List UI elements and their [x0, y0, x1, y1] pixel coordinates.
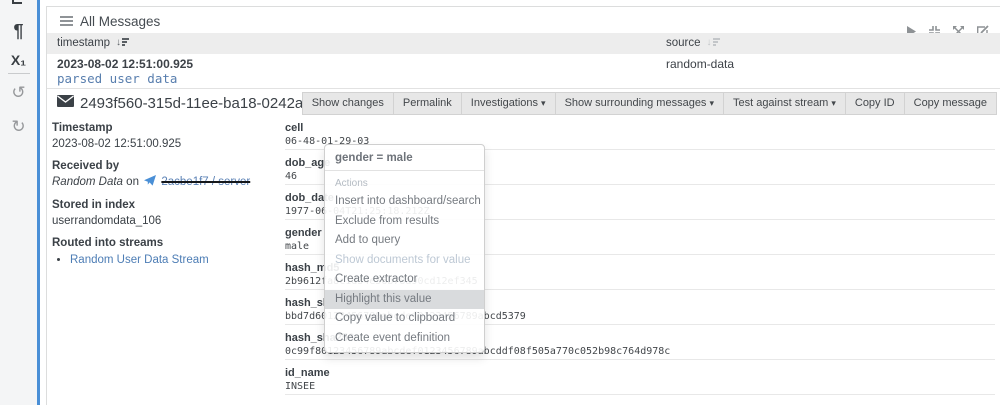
- field-actions-context-menu: gender = male Actions Insert into dashbo…: [324, 144, 485, 353]
- editor-toolbar: ¶ X₁ ↺ ↻: [0, 0, 37, 405]
- undo-icon[interactable]: ↺: [0, 83, 37, 103]
- row-timestamp[interactable]: 2023-08-02 12:51:00.925: [57, 57, 193, 71]
- menu-item-copy-value-to-clipboard[interactable]: Copy value to clipboard: [325, 309, 484, 329]
- investigations-dropdown[interactable]: Investigations▾: [461, 92, 556, 115]
- widget-header: All Messages: [60, 11, 160, 31]
- stream-link[interactable]: Random User Data Stream: [70, 254, 209, 266]
- column-header-source[interactable]: source ↓: [666, 37, 720, 49]
- drag-handle-icon[interactable]: [60, 14, 73, 28]
- message-table-header: timestamp ↓ source ↓: [47, 33, 1000, 54]
- meta-stored-index-value: userrandomdata_106: [52, 214, 280, 228]
- sort-inactive-icon[interactable]: ↓: [707, 38, 720, 48]
- menu-item-highlight-this-value[interactable]: Highlight this value: [325, 290, 484, 310]
- show-changes-button[interactable]: Show changes: [302, 92, 394, 115]
- clipped-toolbar-icon[interactable]: [12, 0, 22, 4]
- redo-icon[interactable]: ↻: [0, 117, 37, 137]
- field-name[interactable]: cell: [285, 121, 995, 135]
- row-source[interactable]: random-data: [666, 57, 734, 71]
- field-row-id-name[interactable]: id_name INSEE: [285, 360, 995, 395]
- show-surrounding-messages-dropdown[interactable]: Show surrounding messages▾: [555, 92, 724, 115]
- context-menu-header: gender = male: [325, 145, 484, 171]
- meta-timestamp-label: Timestamp: [52, 121, 280, 135]
- test-against-stream-dropdown[interactable]: Test against stream▾: [723, 92, 846, 115]
- row-divider: [47, 88, 1000, 89]
- message-actions: Show changes Permalink Investigations▾ S…: [303, 92, 997, 115]
- caret-down-icon: ▾: [831, 98, 836, 108]
- caret-down-icon: ▾: [541, 98, 546, 108]
- input-name: Random Data: [52, 176, 123, 188]
- node-link[interactable]: 2acbe1f7 / server: [161, 176, 250, 188]
- meta-received-by-label: Received by: [52, 159, 280, 173]
- envelope-icon: [57, 94, 74, 112]
- menu-item-create-event-definition[interactable]: Create event definition: [325, 329, 484, 349]
- meta-timestamp-value: 2023-08-02 12:51:00.925: [52, 137, 280, 151]
- menu-item-insert-into-dashboard[interactable]: Insert into dashboard/search: [325, 192, 484, 212]
- conjunction: on: [126, 176, 139, 188]
- page: ¶ X₁ ↺ ↻ All Messages ⌄: [0, 0, 1000, 405]
- meta-routed-streams-label: Routed into streams: [52, 236, 280, 250]
- menu-item-show-documents-for-value: Show documents for value: [325, 251, 484, 271]
- caret-down-icon: ▾: [709, 98, 714, 108]
- context-menu-section-label: Actions: [325, 175, 484, 192]
- copy-id-button[interactable]: Copy ID: [845, 92, 905, 115]
- menu-item-exclude-from-results[interactable]: Exclude from results: [325, 212, 484, 232]
- column-header-timestamp[interactable]: timestamp ↓: [57, 37, 129, 49]
- toolbar-divider: [8, 73, 30, 74]
- permalink-button[interactable]: Permalink: [393, 92, 462, 115]
- field-name[interactable]: id_name: [285, 366, 995, 380]
- meta-stored-index-label: Stored in index: [52, 198, 280, 212]
- source-column-label: source: [666, 37, 701, 49]
- subscript-icon[interactable]: X₁: [0, 52, 37, 68]
- selection-caret: [37, 0, 40, 405]
- message-meta-column: Timestamp 2023-08-02 12:51:00.925 Receiv…: [52, 121, 280, 275]
- widget-title: All Messages: [80, 14, 160, 29]
- stream-list-item: Random User Data Stream: [70, 253, 280, 267]
- paragraph-icon[interactable]: ¶: [0, 21, 37, 42]
- sort-desc-icon[interactable]: ↓: [116, 38, 129, 48]
- field-value[interactable]: INSEE: [285, 380, 995, 393]
- copy-message-button[interactable]: Copy message: [904, 92, 997, 115]
- timestamp-column-label: timestamp: [57, 37, 110, 49]
- menu-item-add-to-query[interactable]: Add to query: [325, 231, 484, 251]
- meta-received-by-value: Random Data on 2acbe1f7 / server: [52, 175, 280, 190]
- row-message-preview[interactable]: parsed user data: [57, 71, 177, 86]
- paper-plane-icon: [144, 177, 159, 189]
- menu-item-create-extractor[interactable]: Create extractor: [325, 270, 484, 290]
